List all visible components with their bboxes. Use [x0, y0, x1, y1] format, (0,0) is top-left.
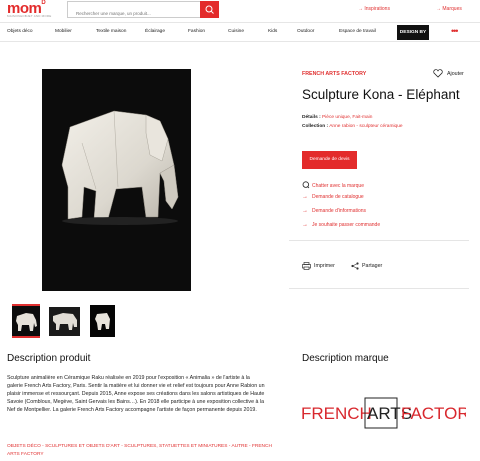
arrow-right-icon: →: [302, 194, 308, 200]
nav-item-textile-maison[interactable]: Textile maison: [96, 29, 126, 34]
chat-with-brand-link[interactable]: Chatter avec la marque: [302, 181, 364, 191]
catalogue-request-link[interactable]: → Demande de catalogue: [302, 194, 364, 200]
description-title: Description produit: [7, 353, 91, 364]
nav-item-cuisine[interactable]: Cuisine: [228, 29, 244, 34]
brand-description-title: Description marque: [302, 353, 389, 364]
nav-item-design-by[interactable]: DESIGN BY: [397, 25, 429, 40]
elephant-front-thumbnail-image: [95, 313, 110, 330]
product-collection: Collection : Anne rabion - sculpteur cér…: [302, 124, 403, 129]
search-button[interactable]: [200, 1, 219, 18]
request-quote-button[interactable]: Demande de devis: [302, 151, 357, 169]
thumbnail-1[interactable]: [12, 304, 40, 338]
search-icon: [205, 5, 214, 14]
product-details: Détails : Pièce unique, Fait-main: [302, 115, 373, 120]
nav-item-outdoor[interactable]: Outdoor: [297, 29, 314, 34]
elephant-thumbnail-image: [16, 313, 37, 331]
marques-link[interactable]: → Marques: [436, 6, 462, 12]
svg-text:FRENCH: FRENCH: [301, 404, 372, 423]
search-input[interactable]: [68, 6, 200, 21]
nav-item-espace-de-travail[interactable]: Espace de travail: [339, 29, 376, 34]
place-order-link[interactable]: → Je souhaite passer commande: [302, 222, 380, 228]
elephant-sculpture-image: [61, 110, 179, 225]
nav-item-kids[interactable]: Kids: [268, 29, 277, 34]
product-title: Sculpture Kona - Eléphant: [302, 87, 460, 102]
arrow-right-icon: →: [302, 222, 308, 228]
nav-item-mobilier[interactable]: Mobilier: [55, 29, 72, 34]
brand-link[interactable]: FRENCH ARTS FACTORY: [302, 71, 366, 77]
more-menu-icon[interactable]: •••: [451, 26, 459, 36]
print-button[interactable]: Imprimer: [302, 262, 335, 270]
description-text: Sculpture animalière en Céramique Raku r…: [7, 375, 265, 413]
printer-icon: [302, 262, 311, 270]
nav-item-fashion[interactable]: Fashion: [188, 29, 205, 34]
search-bar: [67, 1, 219, 21]
thumbnail-3[interactable]: [90, 305, 115, 337]
information-request-link[interactable]: → Demande d'informations: [302, 208, 366, 214]
divider: [289, 288, 469, 289]
logo-tagline: MAISON&OBJET AND MORE: [7, 14, 52, 18]
elephant-side-thumbnail-image: [53, 313, 77, 330]
inspirations-link[interactable]: → Inspirations: [358, 6, 390, 12]
divider: [289, 240, 469, 241]
product-main-image[interactable]: [42, 69, 191, 291]
add-favorite-button[interactable]: Ajouter: [433, 69, 464, 78]
svg-text:FACTORY: FACTORY: [401, 404, 466, 423]
thumbnail-2[interactable]: [49, 307, 80, 336]
header: momD MAISON&OBJET AND MORE → Inspiration…: [0, 0, 480, 22]
nav-item-objets-deco[interactable]: Objets déco: [7, 29, 33, 34]
nav-item-eclairage[interactable]: Éclairage: [145, 29, 165, 34]
chat-bubble-icon: [302, 181, 312, 191]
main-nav: Objets déco Mobilier Textile maison Écla…: [0, 22, 480, 42]
arrow-right-icon: →: [302, 208, 308, 214]
share-button[interactable]: Partager: [351, 262, 382, 270]
category-breadcrumb[interactable]: OBJETS DÉCO - SCULPTURES ET OBJETS D'ART…: [7, 443, 272, 458]
heart-icon: [433, 69, 443, 78]
french-arts-factory-logo[interactable]: FRENCH ARTS FACTORY: [301, 397, 480, 430]
share-icon: [351, 262, 359, 270]
